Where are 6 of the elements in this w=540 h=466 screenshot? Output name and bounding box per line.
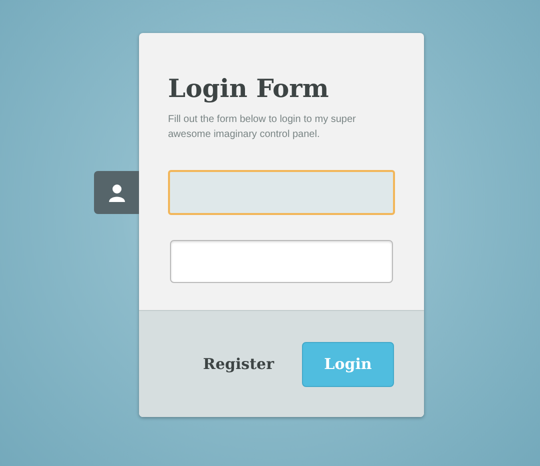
- user-icon: [108, 184, 124, 202]
- form-title: Login Form: [168, 73, 330, 105]
- register-link[interactable]: Register: [202, 352, 274, 376]
- input-field[interactable]: [170, 240, 393, 283]
- form-description: Fill out the form below to login to my super awesome imaginary control panel.: [168, 113, 357, 142]
- input-field[interactable]: [168, 170, 395, 215]
